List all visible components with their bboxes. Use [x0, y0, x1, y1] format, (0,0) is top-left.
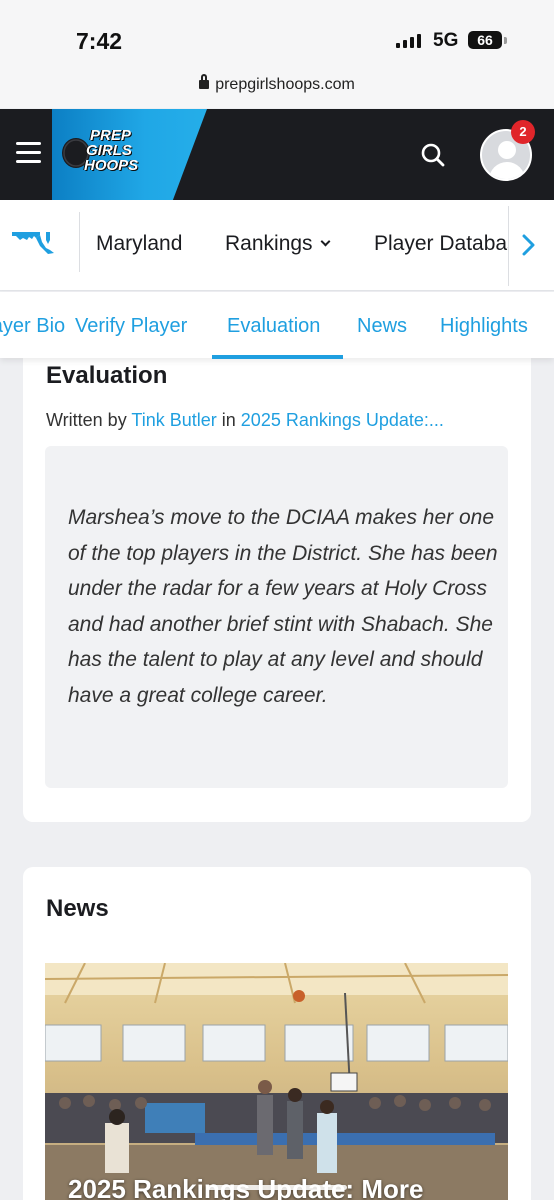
signal-icon [396, 32, 421, 48]
battery-tip [504, 37, 507, 44]
nav-divider-right [508, 206, 509, 286]
evaluation-text: Marshea’s move to the DCIAA makes her on… [68, 506, 498, 707]
evaluation-title: Evaluation [46, 362, 168, 389]
logo-line-2: GIRLS [86, 142, 132, 159]
nav-item-player-database[interactable]: Player Database [374, 232, 508, 256]
logo-line-1: PREP [90, 127, 131, 144]
news-image[interactable] [45, 963, 508, 1200]
active-tab-indicator [212, 355, 343, 359]
tab-evaluation[interactable]: Evaluation [227, 315, 320, 338]
status-bar: 7:42 5G 66 prepgirlshoops.com [0, 0, 554, 108]
nav-divider [79, 212, 80, 272]
chevron-down-icon [320, 236, 331, 247]
search-icon[interactable] [420, 142, 446, 168]
written-by-label: Written by [46, 410, 127, 430]
url-text: prepgirlshoops.com [215, 76, 355, 93]
tab-news[interactable]: News [357, 315, 407, 338]
nav-item-rankings-label: Rankings [225, 232, 313, 255]
network-type: 5G [433, 30, 459, 51]
byline: Written by Tink Butler in 2025 Rankings … [46, 410, 508, 431]
tab-player-bio[interactable]: Player Bio [0, 315, 65, 338]
lock-icon [199, 74, 210, 89]
menu-icon[interactable] [16, 142, 41, 164]
in-label: in [221, 410, 236, 430]
tab-highlights[interactable]: Highlights [440, 315, 528, 338]
logo-line-3: HOOPS [84, 157, 139, 174]
notification-badge: 2 [511, 120, 535, 144]
news-title: News [46, 895, 109, 922]
address-bar[interactable]: prepgirlshoops.com [0, 74, 554, 94]
avatar-body [489, 162, 525, 179]
maryland-map-icon[interactable] [10, 226, 56, 258]
author-link[interactable]: Tink Butler [131, 410, 216, 430]
nav-item-maryland[interactable]: Maryland [96, 232, 182, 256]
chevron-right-icon[interactable] [520, 233, 536, 257]
tab-verify-player[interactable]: Verify Player [75, 315, 187, 338]
clock: 7:42 [76, 28, 123, 54]
avatar-head [498, 141, 516, 159]
nav-item-rankings[interactable]: Rankings [225, 232, 331, 256]
site-logo[interactable]: PREP GIRLS HOOPS [84, 128, 138, 173]
home-indicator[interactable] [207, 1185, 347, 1190]
battery-icon: 66 [468, 31, 502, 49]
article-link[interactable]: 2025 Rankings Update:... [241, 410, 444, 430]
